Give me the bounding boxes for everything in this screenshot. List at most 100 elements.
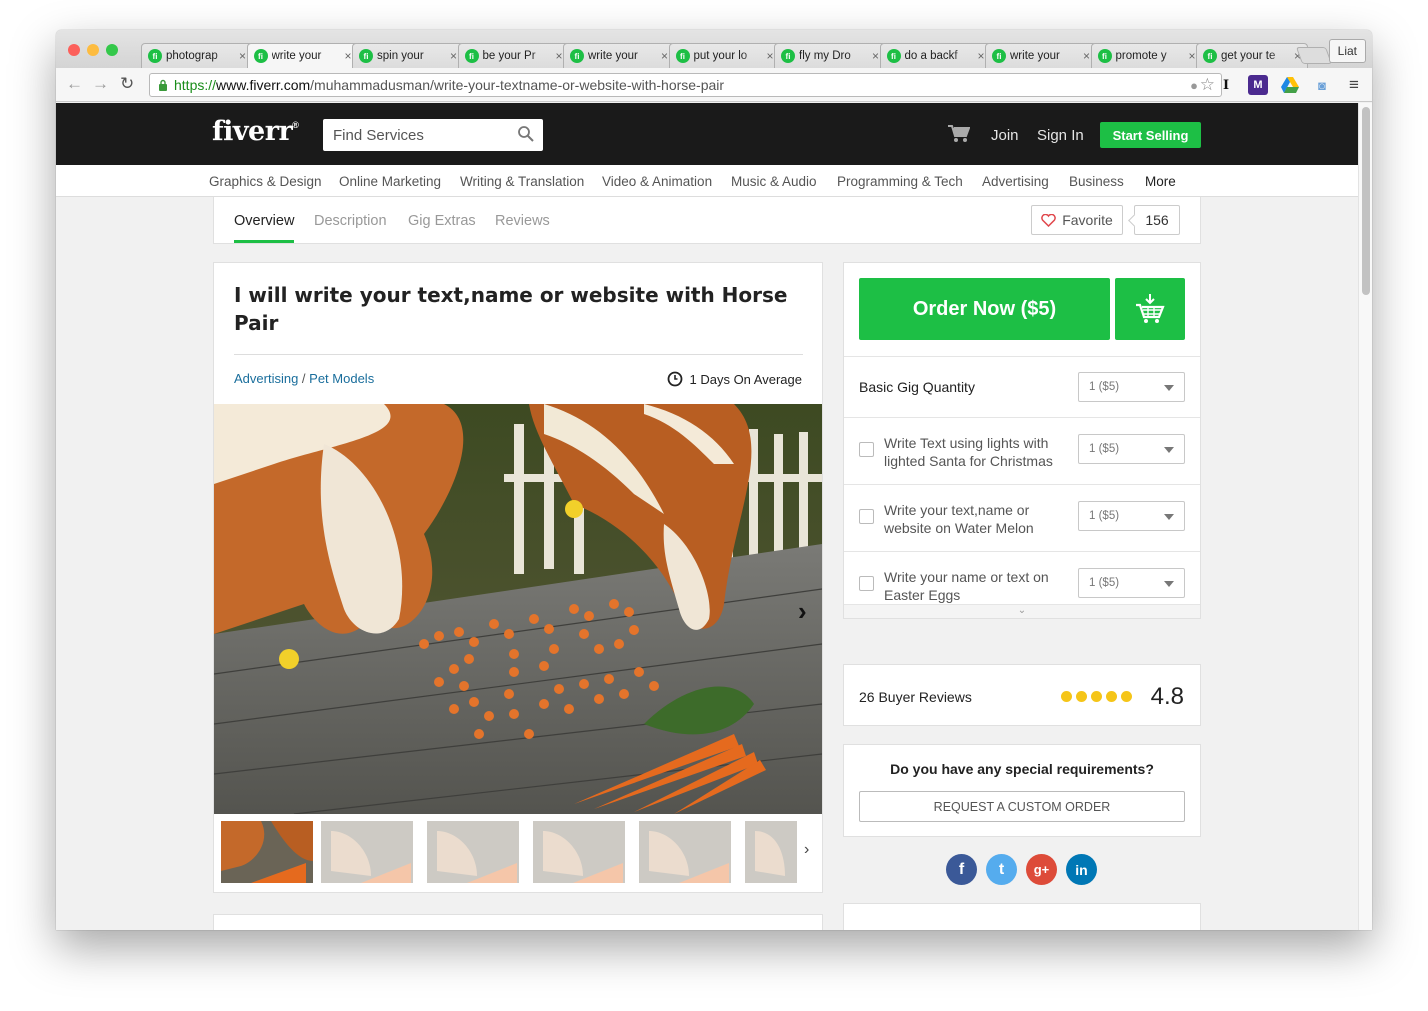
fiverr-favicon-icon: fi: [570, 49, 584, 63]
request-custom-order-button[interactable]: REQUEST A CUSTOM ORDER: [859, 791, 1185, 822]
star-icon: [1076, 691, 1087, 702]
extra-quantity-select[interactable]: 1 ($5): [1078, 434, 1185, 464]
delivery-time: 1 Days On Average: [667, 371, 802, 387]
gig-title: I will write your text,name or website w…: [234, 283, 788, 335]
camera-icon[interactable]: ◙: [1312, 75, 1332, 95]
category-business[interactable]: Business: [1069, 174, 1124, 189]
gig-extra-row: Write your text,name or website on Water…: [844, 484, 1200, 551]
clock-icon: [667, 371, 682, 387]
breadcrumb-category[interactable]: Advertising: [234, 371, 298, 386]
close-tab-icon[interactable]: ×: [344, 49, 351, 63]
browser-tab[interactable]: fi do a backf ×: [879, 43, 992, 68]
menu-icon[interactable]: ≡: [1344, 75, 1364, 95]
fiverr-favicon-icon: fi: [675, 49, 690, 63]
favorite-button[interactable]: Favorite: [1031, 205, 1123, 235]
join-link[interactable]: Join: [991, 127, 1019, 144]
cart-icon[interactable]: [948, 125, 970, 143]
tab-reviews[interactable]: Reviews: [495, 213, 550, 229]
close-tab-icon[interactable]: ×: [1188, 49, 1195, 63]
category-video-animation[interactable]: Video & Animation: [602, 174, 712, 189]
search-icon[interactable]: [517, 125, 535, 143]
scrollbar-thumb[interactable]: [1362, 107, 1370, 295]
instapaper-icon[interactable]: I: [1216, 75, 1236, 95]
close-tab-icon[interactable]: ×: [450, 49, 457, 63]
browser-toolbar: ← → ↻ https://www.fiverr.com/muhammadusm…: [56, 68, 1372, 102]
pin-extension-icon[interactable]: ●: [1184, 75, 1204, 95]
close-tab-icon[interactable]: ×: [555, 49, 562, 63]
thumbnail[interactable]: [533, 821, 625, 883]
extra-label: Write Text using lights with lighted San…: [884, 435, 1053, 469]
chevron-double-down-icon[interactable]: ⌄: [844, 604, 1200, 618]
gig-main-image[interactable]: ›: [214, 404, 822, 814]
tab-description[interactable]: Description: [314, 213, 387, 229]
thumbnail[interactable]: [639, 821, 731, 883]
extra-quantity-select[interactable]: 1 ($5): [1078, 501, 1185, 531]
minimize-window-button[interactable]: [87, 44, 99, 56]
thumbnail[interactable]: [221, 821, 313, 883]
browser-tab[interactable]: fi write your ×: [985, 43, 1097, 68]
new-tab-button[interactable]: [1295, 47, 1333, 64]
thumbnail[interactable]: [745, 821, 797, 883]
extra-checkbox[interactable]: [859, 509, 874, 524]
breadcrumb: Advertising / Pet Models: [234, 371, 374, 386]
category-music-audio[interactable]: Music & Audio: [731, 174, 817, 189]
drive-icon[interactable]: [1280, 75, 1300, 95]
close-tab-icon[interactable]: ×: [239, 49, 246, 63]
browser-tab[interactable]: fi get your te ×: [1196, 43, 1308, 68]
browser-tab[interactable]: fi be your Pr ×: [457, 43, 570, 68]
close-tab-icon[interactable]: ×: [1083, 49, 1090, 63]
zoom-window-button[interactable]: [106, 44, 118, 56]
start-selling-button[interactable]: Start Selling: [1100, 122, 1201, 148]
profile-button[interactable]: Liat: [1328, 39, 1366, 63]
twitter-share-icon[interactable]: t: [986, 854, 1017, 885]
category-writing-translation[interactable]: Writing & Translation: [460, 174, 584, 189]
rating-stars: [1061, 691, 1132, 702]
close-tab-icon[interactable]: ×: [977, 49, 984, 63]
category-nav: Graphics & Design Online Marketing Writi…: [56, 165, 1358, 197]
basic-quantity-select[interactable]: 1 ($5): [1078, 372, 1185, 402]
breadcrumb-subcategory[interactable]: Pet Models: [309, 371, 374, 386]
category-online-marketing[interactable]: Online Marketing: [339, 174, 441, 189]
page-scrollbar[interactable]: [1358, 103, 1372, 930]
category-advertising[interactable]: Advertising: [982, 174, 1049, 189]
fiverr-logo[interactable]: fiverr®: [212, 116, 299, 147]
extra-checkbox[interactable]: [859, 576, 874, 591]
reviews-summary[interactable]: 26 Buyer Reviews 4.8: [843, 664, 1201, 726]
forward-icon[interactable]: →: [92, 74, 109, 94]
category-more[interactable]: More: [1145, 174, 1176, 189]
add-to-cart-button[interactable]: [1115, 278, 1185, 340]
extra-quantity-select[interactable]: 1 ($5): [1078, 568, 1185, 598]
browser-tab[interactable]: fi put your lo ×: [668, 43, 781, 68]
m-extension-icon[interactable]: M: [1248, 75, 1268, 95]
reload-icon[interactable]: ↻: [120, 74, 134, 94]
browser-tab[interactable]: fi promote y ×: [1090, 43, 1203, 68]
fiverr-favicon-icon: fi: [359, 49, 373, 63]
extra-checkbox[interactable]: [859, 442, 874, 457]
sign-in-link[interactable]: Sign In: [1037, 127, 1084, 144]
search-input[interactable]: Find Services: [323, 119, 543, 151]
browser-tab[interactable]: fi write your ×: [246, 43, 359, 68]
thumbnail[interactable]: [427, 821, 519, 883]
browser-tab[interactable]: fi photograp ×: [141, 43, 253, 68]
close-tab-icon[interactable]: ×: [661, 49, 668, 63]
tab-overview[interactable]: Overview: [234, 213, 295, 243]
back-icon[interactable]: ←: [66, 74, 83, 94]
thumbnails-next-icon[interactable]: ›: [804, 841, 809, 859]
next-image-arrow-icon[interactable]: ›: [798, 596, 807, 627]
category-graphics-design[interactable]: Graphics & Design: [209, 174, 322, 189]
close-tab-icon[interactable]: ×: [766, 49, 773, 63]
browser-tab[interactable]: fi fly my Dro ×: [774, 43, 886, 68]
extra-label: Write your text,name or website on Water…: [884, 502, 1034, 536]
google-plus-share-icon[interactable]: g+: [1026, 854, 1057, 885]
close-tab-icon[interactable]: ×: [872, 49, 879, 63]
tab-gig-extras[interactable]: Gig Extras: [408, 213, 476, 229]
category-programming-tech[interactable]: Programming & Tech: [837, 174, 963, 189]
address-bar[interactable]: https://www.fiverr.com/muhammadusman/wri…: [149, 73, 1222, 97]
order-now-button[interactable]: Order Now ($5): [859, 278, 1110, 340]
thumbnail[interactable]: [321, 821, 413, 883]
browser-tab[interactable]: fi spin your ×: [352, 43, 464, 68]
browser-tab[interactable]: fi write your ×: [563, 43, 675, 68]
linkedin-share-icon[interactable]: in: [1066, 854, 1097, 885]
close-window-button[interactable]: [68, 44, 80, 56]
facebook-share-icon[interactable]: f: [946, 854, 977, 885]
